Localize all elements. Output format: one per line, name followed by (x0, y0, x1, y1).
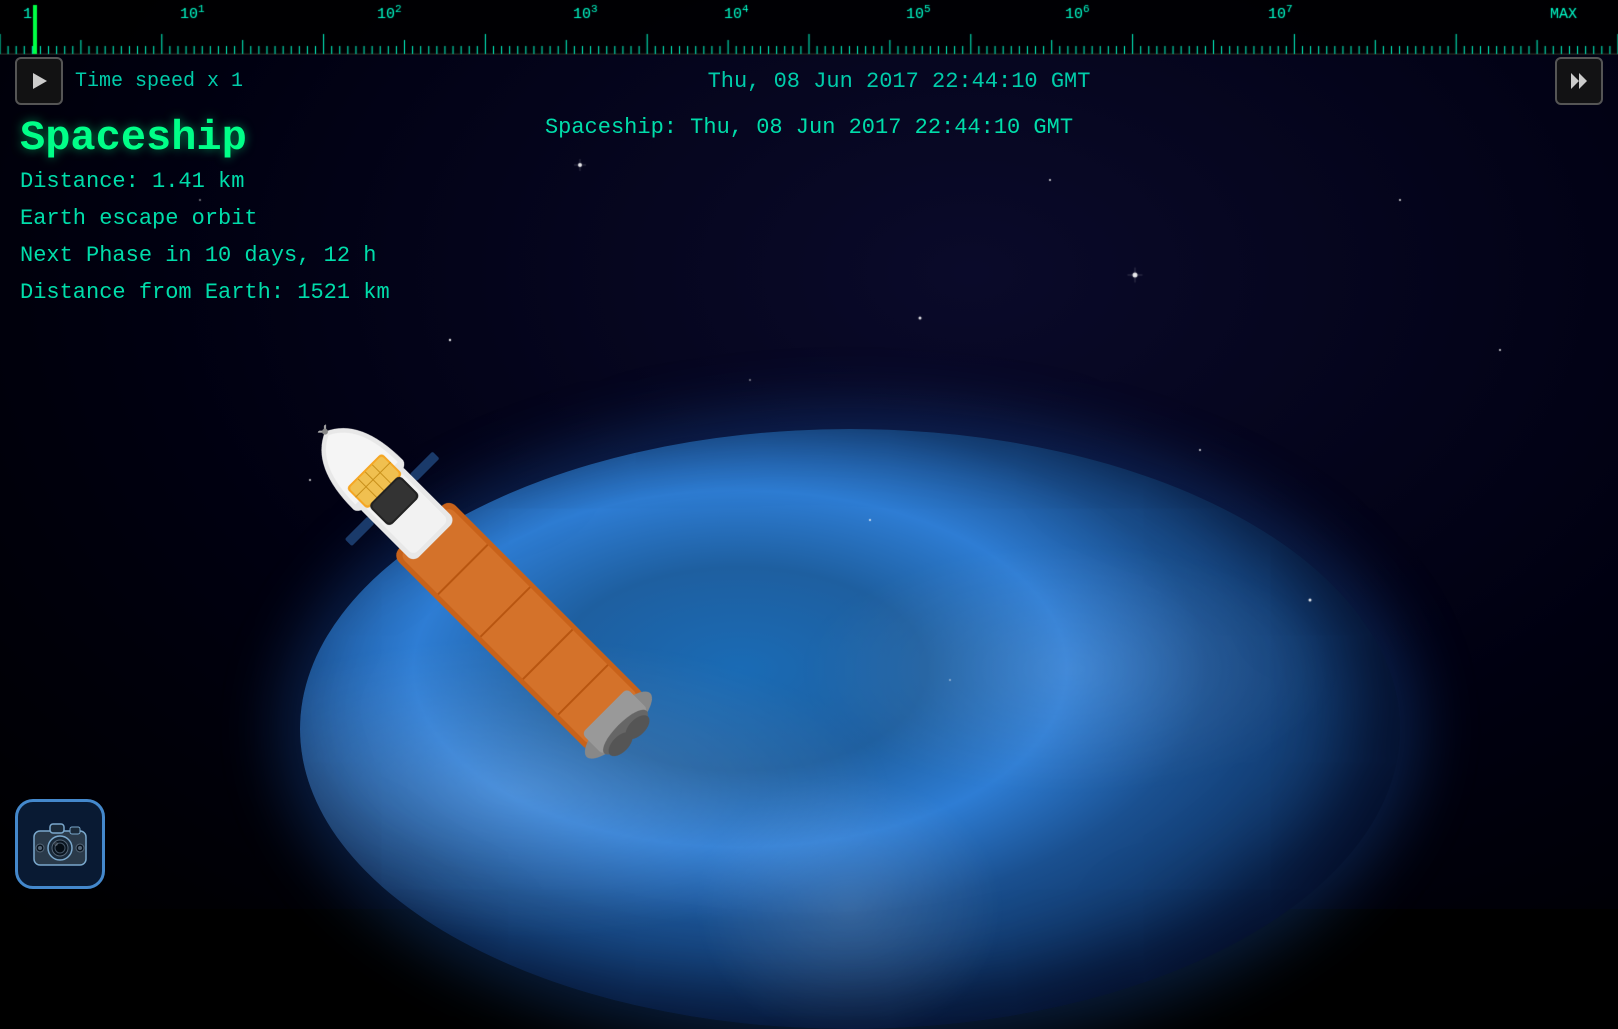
next-phase-display: Next Phase in 10 days, 12 h (20, 239, 390, 272)
fast-forward-button[interactable] (1555, 57, 1603, 105)
play-button[interactable] (15, 57, 63, 105)
spaceship-datetime: Spaceship: Thu, 08 Jun 2017 22:44:10 GMT (545, 115, 1073, 140)
timeline-ruler[interactable] (0, 0, 1618, 55)
top-bar: Time speed x 1 Thu, 08 Jun 2017 22:44:10… (0, 56, 1618, 106)
time-speed-display: Time speed x 1 (75, 70, 243, 93)
spaceship-datetime-panel: Spaceship: Thu, 08 Jun 2017 22:44:10 GMT (0, 115, 1618, 140)
camera-button[interactable] (15, 799, 105, 889)
center-datetime: Thu, 08 Jun 2017 22:44:10 GMT (243, 69, 1555, 94)
orbit-type-display: Earth escape orbit (20, 202, 390, 235)
earth-distance-display: Distance from Earth: 1521 km (20, 276, 390, 309)
distance-display: Distance: 1.41 km (20, 165, 390, 198)
hud-panel: Spaceship Distance: 1.41 km Earth escape… (20, 115, 390, 309)
